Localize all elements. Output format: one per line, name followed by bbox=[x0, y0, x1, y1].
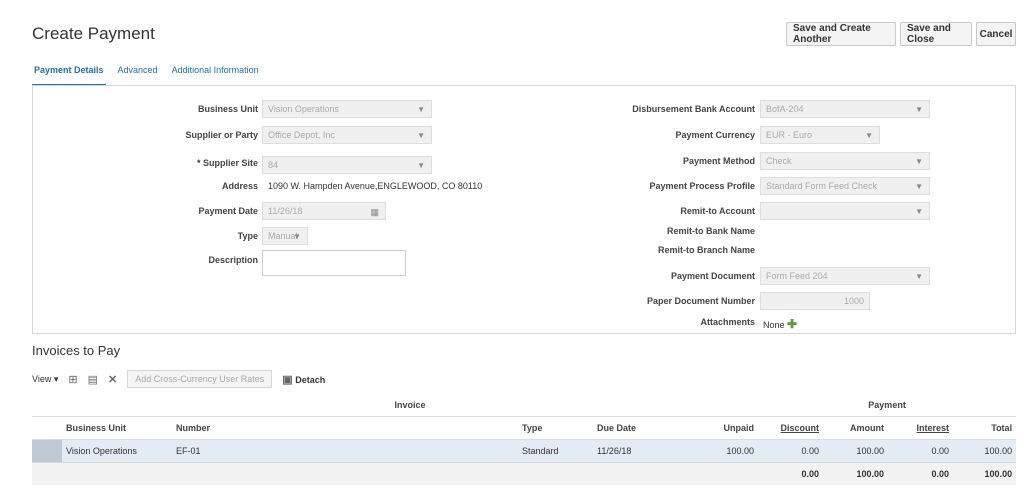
detach-icon: ▣ bbox=[282, 373, 293, 386]
type-label: Type bbox=[237, 231, 258, 241]
supplier-site-label: * Supplier Site bbox=[196, 158, 258, 168]
chevron-down-icon: ▼ bbox=[417, 161, 425, 170]
view-menu[interactable]: View ▾ bbox=[32, 374, 58, 385]
calendar-icon[interactable]: ▦ bbox=[370, 207, 379, 218]
attachments-value: None ✚ bbox=[763, 317, 797, 331]
cancel-button[interactable]: Cancel bbox=[976, 22, 1016, 46]
type-select[interactable]: Manual ▼ bbox=[262, 227, 308, 245]
cell-unpaid: 100.00 bbox=[688, 439, 759, 463]
payment-method-label: Payment Method bbox=[682, 156, 755, 166]
chevron-down-icon: ▼ bbox=[417, 131, 425, 140]
page-title: Create Payment bbox=[32, 24, 155, 43]
total-total: 100.00 bbox=[953, 462, 1017, 485]
chevron-down-icon: ▼ bbox=[915, 182, 923, 191]
disbursement-bank-account-select[interactable]: BofA-204 ▼ bbox=[760, 100, 930, 118]
add-cross-currency-rates-button[interactable]: Add Cross-Currency User Rates bbox=[127, 370, 273, 388]
total-discount: 0.00 bbox=[758, 462, 824, 485]
payment-document-select[interactable]: Form Feed 204 ▼ bbox=[760, 267, 930, 285]
col-total[interactable]: Total bbox=[953, 416, 1017, 440]
supplier-party-select[interactable]: Office Depot, Inc ▼ bbox=[262, 126, 432, 144]
tab-additional-information[interactable]: Additional Information bbox=[170, 64, 261, 86]
chevron-down-icon: ▼ bbox=[293, 232, 301, 241]
cell-type: Standard bbox=[518, 439, 593, 463]
remit-to-branch-name-label: Remit-to Branch Name bbox=[657, 245, 755, 255]
supplier-party-label: Supplier or Party bbox=[185, 130, 258, 140]
cell-due-date: 11/26/18 bbox=[593, 439, 688, 463]
delete-icon[interactable]: ✕ bbox=[108, 373, 117, 386]
col-amount[interactable]: Amount bbox=[823, 416, 889, 440]
payment-date-input[interactable]: 11/26/18 ▦ bbox=[262, 202, 386, 220]
col-type[interactable]: Type bbox=[518, 416, 593, 440]
disbursement-bank-account-label: Disbursement Bank Account bbox=[632, 104, 755, 114]
payment-process-profile-select[interactable]: Standard Form Feed Check ▼ bbox=[760, 177, 930, 195]
row-selector[interactable] bbox=[32, 439, 62, 463]
payment-process-profile-label: Payment Process Profile bbox=[649, 181, 755, 191]
cell-number: EF-01 bbox=[172, 439, 518, 463]
paper-document-number-input[interactable]: 1000 bbox=[760, 292, 870, 310]
tab-payment-details[interactable]: Payment Details bbox=[32, 64, 106, 86]
col-interest[interactable]: Interest bbox=[888, 416, 954, 440]
description-label: Description bbox=[208, 255, 258, 265]
cell-business-unit: Vision Operations bbox=[62, 439, 172, 463]
payment-currency-select[interactable]: EUR - Euro ▼ bbox=[760, 126, 880, 144]
col-number[interactable]: Number bbox=[172, 416, 518, 440]
wrap-icon[interactable]: ▤ bbox=[88, 373, 98, 386]
business-unit-label: Business Unit bbox=[197, 104, 258, 114]
payment-currency-label: Payment Currency bbox=[675, 130, 755, 140]
group-header-payment: Payment bbox=[758, 394, 1017, 417]
add-attachment-icon[interactable]: ✚ bbox=[787, 317, 797, 331]
address-label: Address bbox=[221, 181, 258, 191]
cell-interest[interactable]: 0.00 bbox=[888, 439, 954, 463]
address-value: 1090 W. Hampden Avenue,ENGLEWOOD, CO 801… bbox=[268, 181, 483, 191]
payment-date-label: Payment Date bbox=[198, 206, 258, 216]
detach-button[interactable]: ▣ Detach bbox=[282, 373, 325, 386]
attachments-label: Attachments bbox=[700, 317, 755, 327]
totals-row: 0.00 100.00 0.00 100.00 bbox=[32, 462, 1017, 485]
payment-document-label: Payment Document bbox=[670, 271, 755, 281]
invoices-toolbar: View ▾ ⊞ ▤ ✕ Add Cross-Currency User Rat… bbox=[32, 370, 325, 388]
freeze-icon[interactable]: ⊞ bbox=[68, 373, 77, 386]
remit-to-account-select[interactable]: ▼ bbox=[760, 202, 930, 220]
chevron-down-icon: ▼ bbox=[417, 105, 425, 114]
chevron-down-icon: ▼ bbox=[915, 105, 923, 114]
required-indicator: * bbox=[196, 158, 201, 168]
remit-to-bank-name-label: Remit-to Bank Name bbox=[666, 226, 755, 236]
chevron-down-icon: ▼ bbox=[915, 157, 923, 166]
save-and-close-button[interactable]: Save and Close bbox=[900, 22, 972, 46]
col-unpaid[interactable]: Unpaid bbox=[688, 416, 759, 440]
remit-to-account-label: Remit-to Account bbox=[680, 206, 755, 216]
col-due-date[interactable]: Due Date bbox=[593, 416, 688, 440]
cell-total: 100.00 bbox=[953, 439, 1017, 463]
invoices-table: Invoice Payment Business Unit Number Typ… bbox=[32, 394, 1017, 485]
total-amount: 100.00 bbox=[823, 462, 889, 485]
attachments-none-text: None bbox=[763, 320, 785, 330]
paper-document-number-label: Paper Document Number bbox=[646, 296, 755, 306]
cell-amount[interactable]: 100.00 bbox=[823, 439, 889, 463]
business-unit-select[interactable]: Vision Operations ▼ bbox=[262, 100, 432, 118]
cell-discount[interactable]: 0.00 bbox=[758, 439, 824, 463]
chevron-down-icon: ▼ bbox=[915, 272, 923, 281]
payment-method-select[interactable]: Check ▼ bbox=[760, 152, 930, 170]
supplier-site-select[interactable]: 84 ▼ bbox=[262, 156, 432, 174]
table-row[interactable]: Vision Operations EF-01 Standard 11/26/1… bbox=[32, 439, 1017, 463]
col-business-unit[interactable]: Business Unit bbox=[62, 416, 172, 440]
group-header-invoice: Invoice bbox=[62, 394, 759, 417]
chevron-down-icon: ▼ bbox=[915, 207, 923, 216]
col-discount[interactable]: Discount bbox=[758, 416, 824, 440]
invoices-to-pay-title: Invoices to Pay bbox=[32, 343, 121, 358]
total-interest: 0.00 bbox=[888, 462, 954, 485]
save-and-create-another-button[interactable]: Save and Create Another bbox=[786, 22, 896, 46]
tab-advanced[interactable]: Advanced bbox=[116, 64, 160, 86]
chevron-down-icon: ▼ bbox=[865, 131, 873, 140]
description-textarea[interactable] bbox=[262, 250, 406, 276]
tab-bar: Payment Details Advanced Additional Info… bbox=[32, 64, 261, 86]
